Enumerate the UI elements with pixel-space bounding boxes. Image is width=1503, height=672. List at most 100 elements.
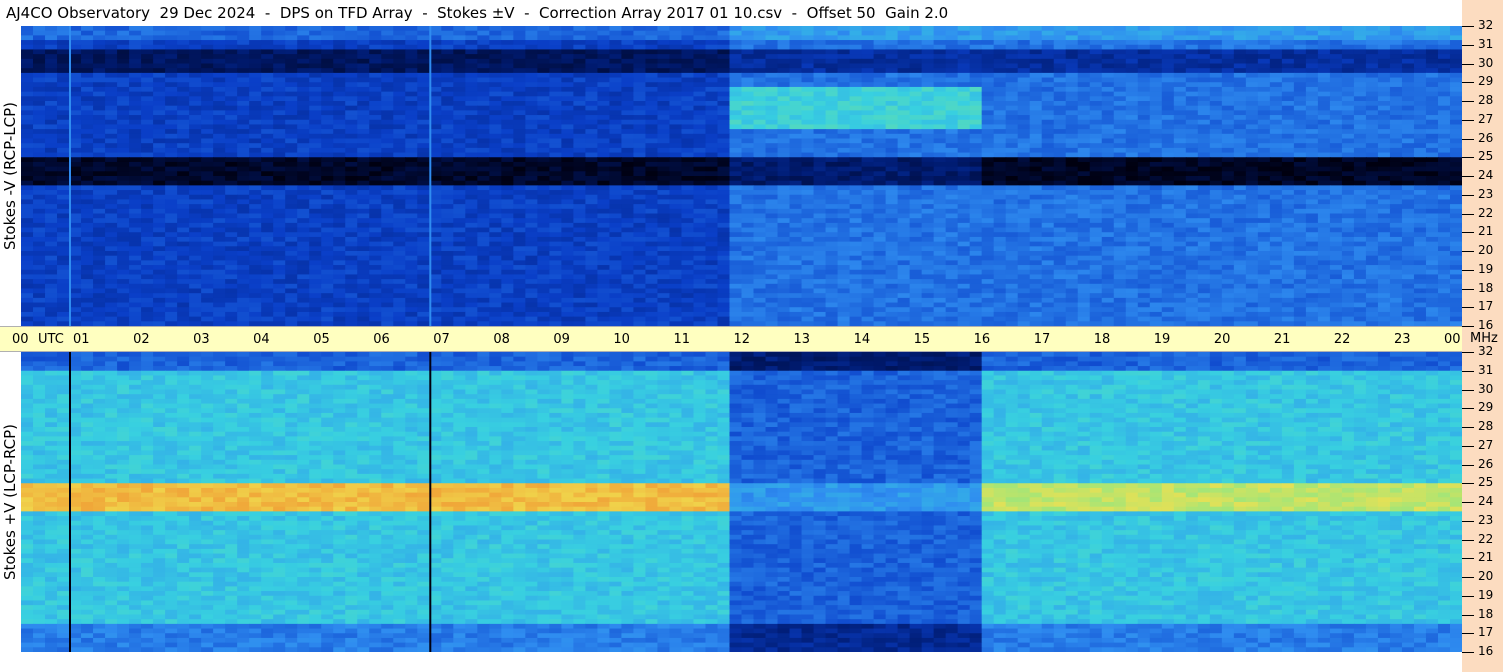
heatmap-cell [129, 147, 142, 154]
heatmap-cell [681, 77, 695, 83]
heatmap-cell [969, 204, 983, 210]
heatmap-cell [981, 147, 995, 154]
heatmap-cell [1221, 91, 1235, 97]
heatmap-cell [609, 77, 623, 83]
heatmap-cell [765, 115, 779, 121]
heatmap-cell [81, 30, 94, 36]
heatmap-cell [1257, 40, 1271, 46]
heatmap-cell [345, 91, 358, 97]
heatmap-cell [1413, 138, 1427, 144]
heatmap-cell [1197, 180, 1211, 186]
heatmap-cell [1125, 208, 1139, 215]
heatmap-cell [405, 91, 418, 97]
heatmap-cell [549, 105, 562, 111]
heatmap-cell [561, 101, 574, 107]
heatmap-cell [921, 147, 935, 154]
heatmap-cell [33, 194, 46, 201]
heatmap-cell [897, 129, 911, 135]
heatmap-cell [681, 194, 695, 201]
heatmap-cell [969, 35, 983, 41]
heatmap-cell [1425, 44, 1439, 51]
heatmap-cell [1173, 208, 1187, 215]
heatmap-cell [249, 72, 262, 79]
heatmap-cell [729, 180, 743, 186]
heatmap-cell [561, 176, 574, 182]
heatmap-cell [1065, 171, 1079, 177]
heatmap-cell [81, 49, 94, 55]
heatmap-cell [93, 147, 106, 154]
heatmap-cell [273, 138, 286, 144]
heatmap-cell [645, 204, 659, 210]
heatmap-cell [189, 110, 202, 116]
heatmap-cell [1281, 54, 1295, 60]
heatmap-cell [45, 86, 58, 93]
heatmap-cell [1173, 68, 1187, 74]
heatmap-cell [1089, 58, 1103, 65]
heatmap-cell [705, 91, 719, 97]
heatmap-cell [333, 68, 346, 74]
heatmap-cell [513, 63, 526, 69]
heatmap-cell [537, 101, 550, 107]
heatmap-cell [909, 54, 923, 60]
heatmap-cell [33, 190, 46, 196]
heatmap-cell [693, 63, 707, 69]
heatmap-cell [789, 143, 803, 149]
heatmap-cell [105, 115, 118, 121]
heatmap-cell [1053, 143, 1067, 149]
heatmap-cell [981, 40, 995, 46]
heatmap-cell [1221, 54, 1235, 60]
heatmap-cell [729, 194, 743, 201]
heatmap-cell [1113, 40, 1127, 46]
heatmap-cell [1245, 58, 1259, 65]
heatmap-cell [885, 44, 899, 51]
heatmap-cell [1149, 147, 1163, 154]
heatmap-cell [465, 194, 478, 201]
heatmap-cell [921, 77, 935, 83]
heatmap-cell [1317, 105, 1331, 111]
heatmap-cell [141, 68, 154, 74]
heatmap-cell [645, 49, 659, 55]
heatmap-cell [1341, 129, 1355, 135]
heatmap-cell [1413, 213, 1427, 219]
heatmap-cell [45, 101, 58, 107]
heatmap-cell [765, 54, 779, 60]
heatmap-cell [825, 161, 839, 168]
heatmap-cell [1425, 115, 1439, 121]
heatmap-cell [1365, 115, 1379, 121]
heatmap-cell [1269, 204, 1283, 210]
heatmap-cell [657, 72, 671, 79]
heatmap-cell [969, 30, 983, 36]
heatmap-cell [669, 35, 683, 41]
heatmap-cell [873, 218, 887, 224]
heatmap-cell [1353, 133, 1367, 140]
heatmap-cell [261, 44, 274, 51]
heatmap-cell [1185, 180, 1199, 186]
heatmap-cell [825, 40, 839, 46]
heatmap-cell [465, 218, 478, 224]
heatmap-cell [273, 185, 286, 191]
heatmap-cell [93, 91, 106, 97]
heatmap-cell [477, 119, 490, 126]
heatmap-cell [933, 194, 947, 201]
heatmap-cell [1113, 101, 1127, 107]
heatmap-cell [1233, 194, 1247, 201]
heatmap-cell [297, 49, 310, 55]
heatmap-cell [933, 35, 947, 41]
heatmap-cell [1137, 44, 1151, 51]
heatmap-cell [141, 129, 154, 135]
heatmap-cell [417, 147, 430, 154]
heatmap-cell [537, 147, 550, 154]
heatmap-cell [1005, 30, 1019, 36]
heatmap-cell [909, 26, 923, 32]
heatmap-cell [585, 101, 598, 107]
heatmap-cell [453, 82, 466, 88]
heatmap-cell [1281, 58, 1295, 65]
heatmap-cell [525, 101, 538, 107]
heatmap-cell [1233, 115, 1247, 121]
heatmap-cell [1353, 40, 1367, 46]
heatmap-cell [1101, 26, 1115, 32]
heatmap-cell [729, 129, 743, 135]
heatmap-cell [321, 77, 334, 83]
heatmap-cell [333, 105, 346, 111]
heatmap-cell [1353, 63, 1367, 69]
